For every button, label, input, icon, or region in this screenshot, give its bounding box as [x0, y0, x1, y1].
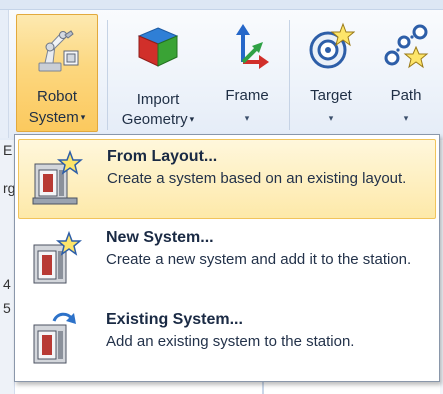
chevron-down-icon: ▾	[328, 113, 334, 123]
menu-item-description: Create a new system and add it to the st…	[106, 251, 412, 268]
chevron-down-icon: ▾	[403, 113, 409, 123]
import-geometry-label-line1: Import	[136, 91, 180, 108]
path-label: Path	[390, 87, 422, 104]
menu-item-from-layout[interactable]: From Layout... Create a system based on …	[18, 139, 436, 219]
import-geometry-label-line2: Geometry ▾	[121, 111, 195, 128]
system-from-layout-icon	[31, 149, 84, 211]
path-icon	[382, 22, 430, 77]
menu-item-new-system[interactable]: New System... Create a new system and ad…	[18, 221, 436, 301]
menu-item-title: New System...	[106, 229, 214, 246]
menu-item-existing-system[interactable]: Existing System... Add an existing syste…	[18, 303, 436, 377]
group-separator	[107, 20, 108, 130]
menu-item-title: From Layout...	[107, 148, 218, 165]
existing-system-icon	[30, 311, 82, 372]
ribbon-left-edge	[0, 10, 9, 138]
robot-system-button[interactable]: Robot System ▾	[16, 14, 98, 132]
path-button[interactable]: Path ▾	[372, 14, 440, 132]
frame-label: Frame	[225, 87, 269, 104]
background-text-fragment: 4	[3, 276, 11, 292]
menu-item-title: Existing System...	[106, 311, 243, 328]
robot-system-label-line1: Robot	[36, 88, 78, 105]
background-text-fragment: E	[3, 142, 13, 158]
background-panel-edge: E rg 4 5	[0, 140, 15, 394]
import-geometry-button[interactable]: Import Geometry ▾	[112, 14, 204, 132]
target-label: Target	[310, 87, 352, 104]
frame-axes-icon	[225, 22, 269, 77]
target-button[interactable]: Target ▾	[296, 14, 366, 132]
chevron-down-icon: ▾	[189, 114, 195, 124]
ribbon: Robot System ▾ Import Geometry ▾ Frame ▾…	[0, 0, 443, 141]
frame-button[interactable]: Frame ▾	[214, 14, 280, 132]
robot-system-dropdown-menu: From Layout... Create a system based on …	[14, 134, 440, 382]
robot-system-label-line2: System ▾	[28, 109, 86, 126]
group-separator	[289, 20, 290, 130]
geometry-cube-icon	[133, 22, 183, 77]
robot-arm-icon	[31, 23, 83, 80]
chevron-down-icon: ▾	[244, 113, 250, 123]
new-system-icon	[30, 230, 83, 292]
background-text-fragment: 5	[3, 300, 11, 316]
menu-item-description: Create a system based on an existing lay…	[107, 170, 407, 187]
target-icon	[307, 22, 356, 77]
ribbon-tab-strip	[0, 0, 443, 10]
menu-item-description: Add an existing system to the station.	[106, 333, 355, 350]
chevron-down-icon: ▾	[80, 112, 86, 122]
